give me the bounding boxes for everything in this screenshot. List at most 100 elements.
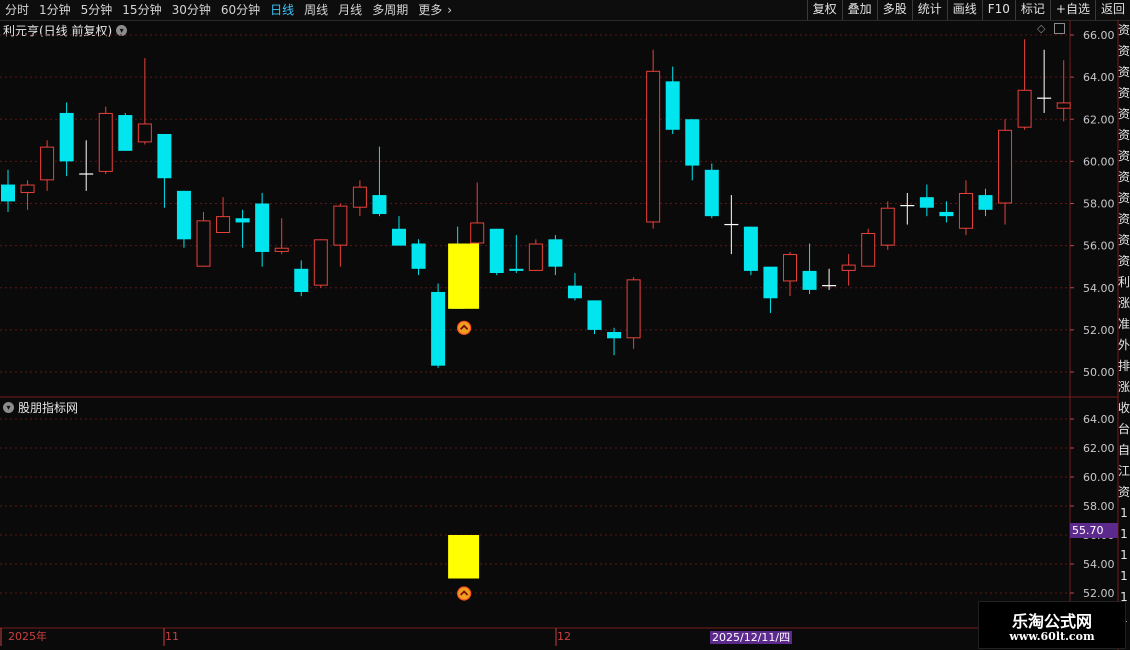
candle-body [470,222,485,244]
candle-body [176,190,191,240]
double-chevron-up-icon [457,320,472,335]
candle-body [1056,102,1071,109]
side-panel-item[interactable]: 收 [1118,398,1130,419]
candle-body [919,197,934,208]
indicator-y-tick-label: 54.00 [1083,558,1115,571]
y-tick-label: 60.00 [1083,155,1115,168]
candle-body [98,112,113,172]
candle-body [998,129,1013,204]
candle-body [783,254,797,282]
candle-body [607,331,622,339]
candle-body [352,186,367,208]
side-panel-item[interactable]: 涨 [1118,377,1130,398]
y-tick-label: 62.00 [1083,113,1115,126]
candle-body [137,123,152,143]
double-chevron-up-icon [457,586,472,601]
y-tick-label: 56.00 [1083,240,1115,253]
side-panel-item[interactable]: 资 [1118,188,1130,209]
candle-body [59,112,74,162]
y-tick-label: 58.00 [1083,198,1115,211]
candle-body [841,264,856,271]
indicator-signal-block [448,535,480,579]
candle-body [431,291,446,366]
candle-body [665,81,680,130]
side-panel-item[interactable]: 排 [1118,356,1130,377]
side-panel-item[interactable]: 1 [1118,545,1130,566]
y-tick-label: 54.00 [1083,282,1115,295]
y-tick-label: 52.00 [1083,324,1115,337]
side-panel-item[interactable]: 自 [1118,440,1130,461]
candle-body [216,216,231,233]
side-panel-item[interactable]: 资 [1118,125,1130,146]
side-panel-item[interactable]: 资 [1118,41,1130,62]
side-panel-item[interactable]: 1 [1118,503,1130,524]
side-panel-item[interactable]: 江 [1118,461,1130,482]
kline-chart[interactable]: 66.00 64.00 62.00 60.00 58.00 56.00 54.00 52.00… [0,0,1130,650]
candle-body [1017,89,1032,128]
candle-body [509,268,524,271]
date-label-year: 2025年 [8,630,47,643]
y-tick-label: 66.00 [1083,29,1115,42]
watermark-title: 乐淘公式网 [1011,612,1092,631]
y-tick-label: 50.00 [1083,366,1115,379]
indicator-y-tick-label: 64.00 [1083,413,1115,426]
candle-body [704,169,719,217]
side-panel-item[interactable]: 台 [1118,419,1130,440]
date-label-dec: 12 [557,630,571,643]
candle-body [20,184,35,193]
candle-body [1,184,15,202]
indicator-y-tick-label: 62.00 [1083,442,1115,455]
date-label-nov: 11 [165,630,179,643]
candle-body [587,300,602,330]
candle-body [958,192,973,229]
y-tick-label: 64.00 [1083,71,1115,84]
watermark-logo: 乐淘公式网 www.60lt.com [978,601,1126,649]
candle-body [313,239,328,286]
candle-body [118,115,133,151]
side-panel-item[interactable]: 资 [1118,83,1130,104]
candle-body [392,228,406,246]
side-panel-item[interactable]: 资 [1118,62,1130,83]
indicator-title-text: 股朋指标网 [18,401,79,415]
indicator-y-tick-label: 60.00 [1083,471,1115,484]
side-panel-item[interactable]: 准 [1118,314,1130,335]
indicator-title[interactable]: ▾ 股朋指标网 [3,399,78,416]
candle-body [40,146,55,181]
candle-body [528,243,543,271]
candle-body [255,203,270,252]
indicator-y-tick-label: 52.00 [1083,587,1115,600]
candle-body [802,270,817,290]
candle-body [685,119,700,166]
candle-body [548,239,563,267]
current-value-tag: 55.70 [1070,523,1118,538]
candle-body [294,268,309,292]
side-panel-item[interactable]: 资 [1118,167,1130,188]
side-panel-item[interactable]: 1 [1118,566,1130,587]
candle-body [157,133,172,179]
chevron-down-icon[interactable]: ▾ [3,402,14,413]
side-panel-item[interactable]: 资 [1118,104,1130,125]
candle-body [235,218,250,223]
side-panel-item[interactable]: 资 [1118,209,1130,230]
candle-body [567,285,582,299]
date-cursor-label: 2025/12/11/四 [710,631,793,644]
right-side-panel[interactable]: 资资资资资资资资资资资资利涨准外排涨收台自江资1111111 [1118,20,1130,630]
side-panel-item[interactable]: 资 [1118,251,1130,272]
candle-body [939,211,954,217]
candle-body [333,205,348,246]
side-panel-item[interactable]: 资 [1118,20,1130,41]
candle-body [978,195,993,210]
side-panel-item[interactable]: 资 [1118,482,1130,503]
side-panel-item[interactable]: 利 [1118,272,1130,293]
signal-block [448,243,480,309]
candle-body [274,247,289,252]
candle-body [743,226,758,271]
side-panel-item[interactable]: 1 [1118,524,1130,545]
side-panel-item[interactable]: 外 [1118,335,1130,356]
side-panel-item[interactable]: 资 [1118,146,1130,167]
candle-body [196,220,211,267]
candle-body [626,279,641,339]
side-panel-item[interactable]: 资 [1118,230,1130,251]
candle-body [861,232,876,267]
side-panel-item[interactable]: 涨 [1118,293,1130,314]
